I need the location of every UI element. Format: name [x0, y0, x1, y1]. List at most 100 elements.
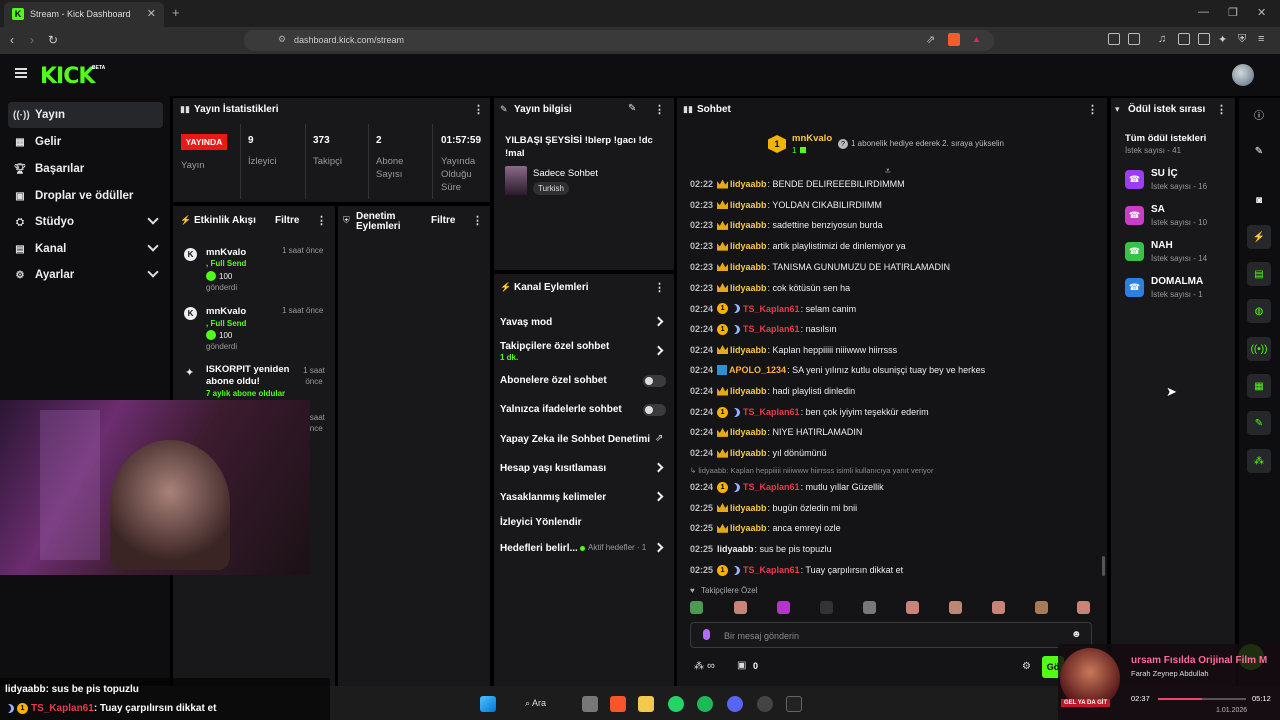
- wrench-icon[interactable]: ✎: [1247, 411, 1271, 435]
- minimize-icon[interactable]: —: [1198, 6, 1209, 18]
- sidebar-item-yayin[interactable]: ((·)) Yayın: [8, 102, 163, 128]
- message-username[interactable]: TS_Kaplan61: [743, 565, 800, 575]
- emotes-only-toggle[interactable]: [643, 404, 666, 416]
- media-icon[interactable]: ♫: [1158, 33, 1166, 45]
- ai-moderation-item[interactable]: Yapay Zeka ile Sohbet Denetimi: [500, 434, 650, 445]
- channel-actions-menu-icon[interactable]: ⋮: [654, 281, 665, 294]
- message-username[interactable]: lidyaabb: [730, 200, 767, 210]
- chat-message[interactable]: 02:25 1 TS_Kaplan61: Tuay çarpılırsın dikk…: [690, 564, 903, 576]
- goals-item[interactable]: Hedefleri belirl...: [500, 543, 578, 554]
- spotify-icon[interactable]: [697, 696, 713, 712]
- back-icon[interactable]: ‹: [10, 33, 14, 47]
- chat-menu-icon[interactable]: ⋮: [1087, 103, 1098, 116]
- stats-menu-icon[interactable]: ⋮: [473, 103, 484, 116]
- emote-icon[interactable]: [820, 601, 833, 614]
- message-username[interactable]: APOLO_1234: [729, 365, 786, 375]
- slow-mode-item[interactable]: Yavaş mod: [500, 317, 552, 328]
- microphone-icon[interactable]: [703, 629, 710, 640]
- message-username[interactable]: lidyaabb: [730, 427, 767, 437]
- media-progress-track[interactable]: [1158, 698, 1246, 700]
- discord-icon[interactable]: [727, 696, 743, 712]
- info-icon[interactable]: ⓘ: [1247, 102, 1271, 126]
- message-username[interactable]: TS_Kaplan61: [743, 304, 800, 314]
- camera-icon[interactable]: ◙: [1247, 188, 1271, 212]
- chat-message[interactable]: 02:25 lidyaabb: bugün özledin mi bnii: [690, 503, 857, 513]
- windows-start-icon[interactable]: [480, 696, 496, 712]
- close-tab-icon[interactable]: ✕: [147, 7, 156, 20]
- app-icon[interactable]: [786, 696, 802, 712]
- emote-icon[interactable]: [1035, 601, 1048, 614]
- site-info-icon[interactable]: ⚙: [278, 34, 286, 45]
- user-avatar[interactable]: [1232, 64, 1254, 86]
- sidebar-item-droplar[interactable]: ▣ Droplar ve ödüller: [8, 183, 163, 209]
- brave-icon[interactable]: [610, 696, 626, 712]
- message-username[interactable]: lidyaabb: [730, 262, 767, 272]
- chat-input[interactable]: Bir mesaj gönderin ☻: [690, 622, 1092, 648]
- forward-icon[interactable]: ›: [30, 33, 34, 47]
- edit-icon[interactable]: ✎: [1247, 139, 1271, 163]
- chat-message[interactable]: 02:22 lidyaabb: BENDE DELIREEEBILIRDIMMM: [690, 179, 905, 189]
- emote-icon[interactable]: [906, 601, 919, 614]
- file-explorer-icon[interactable]: [638, 696, 654, 712]
- hamburger-menu-icon[interactable]: [15, 68, 27, 78]
- sidebar-toggle-icon[interactable]: [1178, 33, 1190, 45]
- sidebar-item-ayarlar[interactable]: ⚙ Ayarlar: [8, 262, 163, 288]
- screenshot-icon[interactable]: [1128, 33, 1140, 45]
- message-username[interactable]: lidyaabb: [730, 345, 767, 355]
- emote-icon[interactable]: [734, 601, 747, 614]
- sidebar-item-basarilar[interactable]: 🏆︎ Başarılar: [8, 156, 163, 182]
- activity-filter-button[interactable]: Filtre: [275, 215, 299, 226]
- chat-message[interactable]: 02:24 1 TS_Kaplan61: ben çok iyiyim teşekk…: [690, 406, 929, 418]
- message-username[interactable]: TS_Kaplan61: [743, 324, 800, 334]
- message-username[interactable]: lidyaabb: [730, 179, 767, 189]
- url-field[interactable]: ⚙ dashboard.kick.com/stream ⇗ ▲: [244, 30, 994, 51]
- banned-words-item[interactable]: Yasaklanmış kelimeler: [500, 492, 606, 503]
- brave-rewards-icon[interactable]: ▲: [972, 34, 981, 44]
- chat-message[interactable]: 02:25 lidyaabb: anca emreyi ozle: [690, 523, 841, 533]
- share-icon[interactable]: ⇗: [926, 33, 935, 46]
- sidebar-item-gelir[interactable]: ▦ Gelir: [8, 129, 163, 155]
- message-username[interactable]: lidyaabb: [730, 386, 767, 396]
- layers-icon[interactable]: ▦: [1247, 374, 1271, 398]
- collapse-pin-icon[interactable]: ⩡: [885, 166, 891, 177]
- broadcast-icon[interactable]: ((•)): [1247, 337, 1271, 361]
- message-username[interactable]: lidyaabb: [730, 220, 767, 230]
- reward-name[interactable]: NAH: [1151, 240, 1173, 251]
- chat-message[interactable]: 02:23 lidyaabb: artik playlistimizi de di…: [690, 241, 906, 251]
- emote-icon[interactable]: [992, 601, 1005, 614]
- subs-only-toggle[interactable]: [643, 375, 666, 387]
- message-username[interactable]: lidyaabb: [730, 283, 767, 293]
- extensions-icon[interactable]: [1108, 33, 1120, 45]
- account-age-item[interactable]: Hesap yaşı kısıtlaması: [500, 463, 606, 474]
- chat-message[interactable]: 02:24 1 TS_Kaplan61: selam canim: [690, 303, 856, 315]
- moderation-filter-button[interactable]: Filtre: [431, 215, 455, 226]
- reward-menu-icon[interactable]: ⋮: [1216, 103, 1227, 116]
- kick-logo[interactable]: KICK: [40, 64, 95, 89]
- chat-message[interactable]: 02:25 lidyaabb: sus be pis topuzlu: [690, 544, 832, 554]
- chat-message[interactable]: 02:23 lidyaabb: YOLDAN CIKABILIRDIIMM: [690, 200, 882, 210]
- bolt-icon[interactable]: ⚡: [1247, 225, 1271, 249]
- chat-scrollbar[interactable]: [1102, 556, 1105, 576]
- message-username[interactable]: lidyaabb: [717, 544, 754, 554]
- edit-icon[interactable]: ✎: [628, 103, 636, 114]
- chat-message[interactable]: 02:24 lidyaabb: NIYE HATIRLAMADIN: [690, 427, 862, 437]
- message-username[interactable]: lidyaabb: [730, 523, 767, 533]
- chat-message[interactable]: 02:24 lidyaabb: yıl dönümünü: [690, 448, 827, 458]
- message-username[interactable]: lidyaabb: [730, 241, 767, 251]
- taskbar-search[interactable]: ⌕ Ara: [525, 698, 546, 709]
- emote-icon[interactable]: [949, 601, 962, 614]
- apps-icon[interactable]: ⁂: [1247, 449, 1271, 473]
- document-icon[interactable]: ▤: [1247, 262, 1271, 286]
- message-username[interactable]: lidyaabb: [730, 503, 767, 513]
- followers-only-item[interactable]: Takipçilere özel sohbet: [500, 341, 609, 352]
- info-menu-icon[interactable]: ⋮: [654, 103, 665, 116]
- reward-name[interactable]: SA: [1151, 204, 1165, 215]
- steam-icon[interactable]: [757, 696, 773, 712]
- reload-icon[interactable]: ↻: [48, 33, 58, 47]
- leo-icon[interactable]: ✦: [1218, 33, 1227, 46]
- chat-settings-icon[interactable]: ⚙: [1022, 661, 1031, 672]
- moderation-menu-icon[interactable]: ⋮: [472, 214, 483, 227]
- close-window-icon[interactable]: ✕: [1257, 6, 1266, 19]
- activity-menu-icon[interactable]: ⋮: [316, 214, 327, 227]
- brave-shield-icon[interactable]: [948, 33, 960, 46]
